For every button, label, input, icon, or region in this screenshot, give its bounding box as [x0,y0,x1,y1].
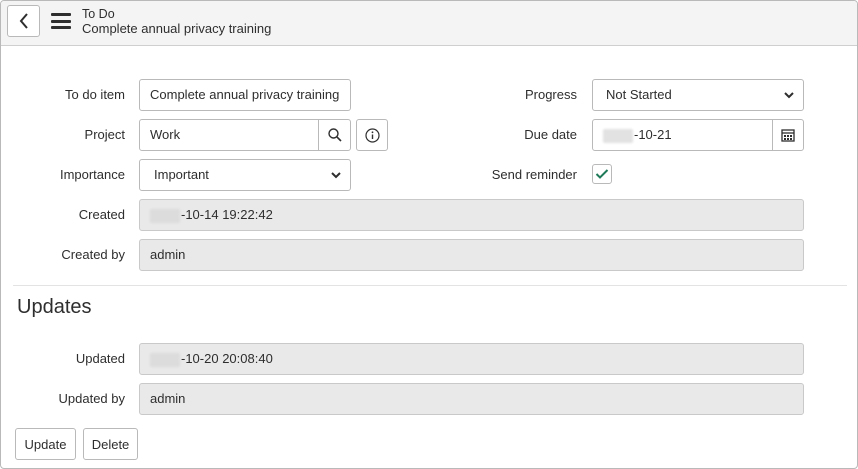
project-label: Project [84,127,125,142]
redacted-year [150,352,180,367]
created-field: -10-14 19:22:42 [139,199,804,231]
update-button[interactable]: Update [15,428,76,460]
date-picker-button[interactable] [772,119,804,151]
todo-item-input[interactable]: Complete annual privacy training [139,79,351,111]
progress-select[interactable]: Not Started [592,79,804,111]
redacted-year [603,128,633,143]
created-by-field: admin [139,239,804,271]
todo-item-label: To do item [65,87,125,102]
project-lookup-button[interactable] [318,119,351,151]
updated-label: Updated [75,351,125,366]
search-icon [327,128,342,142]
chevron-down-icon [331,172,341,179]
info-icon [364,127,380,143]
updated-value: -10-20 20:08:40 [181,351,273,366]
updated-field: -10-20 20:08:40 [139,343,804,375]
project-info-button[interactable] [356,119,388,151]
progress-selected-value: Not Started [606,87,672,102]
calendar-icon [781,129,795,142]
updated-by-label: Updated by [58,391,126,406]
due-date-input[interactable]: -10-21 [592,119,773,151]
updated-by-field: admin [139,383,804,415]
due-date-label: Due date [524,127,577,142]
created-value: -10-14 19:22:42 [181,207,273,222]
progress-label: Progress [524,87,577,102]
importance-selected-value: Important [154,167,209,182]
record-form-window: To Do Complete annual privacy training T… [0,0,858,469]
due-date-value: -10-21 [634,127,672,142]
checkmark-icon [595,169,609,179]
hamburger-menu-icon[interactable] [51,13,71,29]
redacted-year [150,208,180,223]
back-button[interactable] [7,5,40,37]
project-input[interactable]: Work [139,119,319,151]
updates-section-title: Updates [17,296,92,318]
created-label: Created [78,207,125,222]
section-divider [13,285,847,286]
importance-select[interactable]: Important [139,159,351,191]
delete-button[interactable]: Delete [83,428,138,460]
chevron-down-icon [784,92,794,99]
chevron-left-icon [19,13,28,29]
form-header: To Do Complete annual privacy training [1,1,857,46]
importance-label: Importance [59,167,125,182]
record-display-name: Complete annual privacy training [82,21,272,36]
created-by-label: Created by [61,247,125,262]
send-reminder-label: Send reminder [491,167,577,182]
send-reminder-checkbox[interactable] [592,164,612,184]
record-type-title: To Do [82,7,115,21]
